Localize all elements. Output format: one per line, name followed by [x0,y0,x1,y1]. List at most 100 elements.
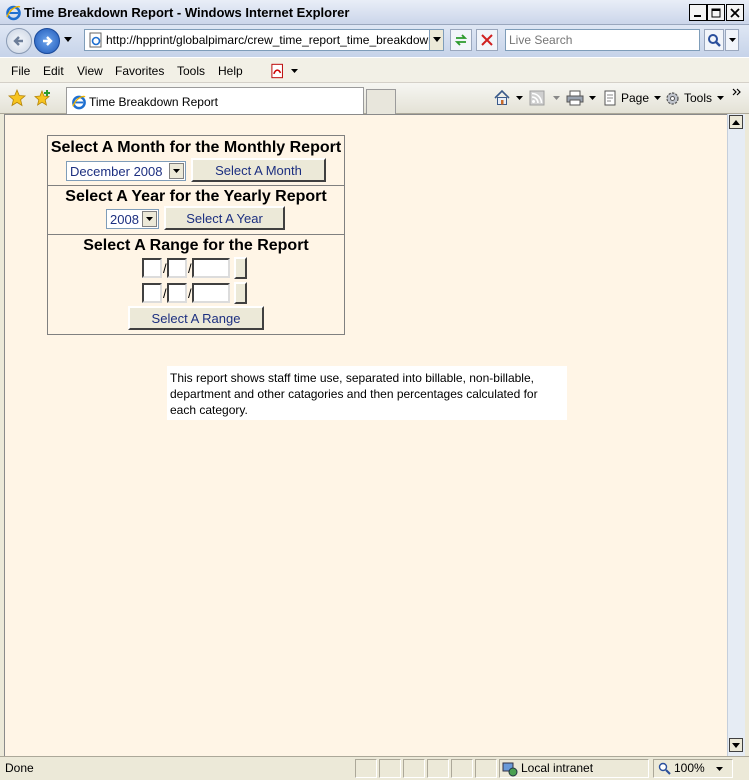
window-title: Time Breakdown Report - Windows Internet… [24,5,350,20]
end-day-input[interactable] [167,283,187,303]
end-date-picker-button[interactable] [234,282,247,304]
stop-button[interactable] [476,29,498,51]
gear-icon [666,91,679,105]
page-content: Select A Month for the Monthly Report De… [4,114,727,756]
vertical-scrollbar[interactable] [727,114,745,756]
report-description: This report shows staff time use, separa… [167,366,567,420]
minimize-icon [694,14,701,17]
minimize-button[interactable] [689,4,707,21]
yearly-heading: Select A Year for the Yearly Report [65,188,327,205]
range-heading: Select A Range for the Report [83,237,309,254]
menu-view[interactable]: View [77,64,103,78]
search-icon [708,34,721,47]
maximize-button[interactable] [707,4,725,21]
tab-label: Time Breakdown Report [89,95,218,109]
chevron-up-icon [732,119,740,125]
pdf-toolbar-button[interactable] [270,62,298,80]
address-url: http://hpprint/globalpimarc/crew_time_re… [106,33,432,47]
menu-tools[interactable]: Tools [177,64,205,78]
zone-label: Local intranet [521,761,594,775]
new-tab-button[interactable] [366,89,396,114]
page-menu-button[interactable]: Page [602,89,662,107]
search-button[interactable] [704,29,724,51]
end-year-input[interactable] [192,283,230,303]
address-toolbar: http://hpprint/globalpimarc/crew_time_re… [0,25,749,57]
back-arrow-icon [13,36,23,46]
select-year-button[interactable]: Select A Year [164,206,285,230]
year-select[interactable]: 2008 [106,209,159,229]
recent-pages-dropdown-icon[interactable] [64,37,72,43]
chevron-down-icon[interactable] [516,96,523,101]
status-panel [475,759,497,778]
zoom-level: 100% [674,761,705,775]
menu-file[interactable]: File [11,64,30,78]
search-input[interactable] [505,29,700,51]
page-menu-label: Page [621,91,650,105]
chevron-down-icon [146,216,153,221]
select-range-button[interactable]: Select A Range [128,306,264,330]
close-window-button[interactable] [726,4,744,21]
address-dropdown-button[interactable] [429,30,443,50]
chevron-down-icon [728,37,736,42]
tab-command-bar: Time Breakdown Report Page Tools [0,83,749,114]
tools-menu-button[interactable]: Tools [664,89,725,107]
start-day-input[interactable] [167,258,187,278]
menu-favorites[interactable]: Favorites [115,64,164,78]
start-date-picker-button[interactable] [234,257,247,279]
add-favorites-icon[interactable] [34,89,52,107]
status-text: Done [5,761,34,775]
tools-menu-label: Tools [684,91,713,105]
address-field[interactable]: http://hpprint/globalpimarc/crew_time_re… [84,29,444,51]
chevron-more-icon[interactable] [732,88,742,96]
status-panel [427,759,449,778]
zoom-icon [658,762,671,775]
home-icon[interactable] [493,89,511,107]
refresh-icon [454,34,468,46]
menu-edit[interactable]: Edit [43,64,64,78]
forward-arrow-icon [43,36,53,46]
tab-time-breakdown-report[interactable]: Time Breakdown Report [66,87,364,114]
month-select-value: December 2008 [70,164,163,179]
status-bar: Done Local intranet 100% [0,756,749,780]
refresh-button[interactable] [450,29,472,51]
maximize-icon [711,8,721,17]
chevron-down-icon [291,68,298,73]
search-options-button[interactable] [725,29,739,51]
report-selection-table: Select A Month for the Monthly Report De… [47,135,345,335]
status-panel [379,759,401,778]
favorites-star-icon[interactable] [8,89,26,107]
intranet-zone-icon [502,762,518,777]
chevron-down-icon[interactable] [716,767,723,772]
chevron-down-icon [732,742,740,748]
month-select-arrow[interactable] [169,163,184,179]
month-select[interactable]: December 2008 [66,161,186,181]
start-month-input[interactable] [142,258,162,278]
status-panel [355,759,377,778]
stop-icon [481,34,493,46]
year-select-arrow[interactable] [142,211,157,227]
ie-logo-icon [6,5,21,21]
chevron-down-icon [432,37,441,42]
menu-bar: File Edit View Favorites Tools Help [0,57,749,83]
ie-page-icon [72,95,86,110]
print-icon[interactable] [566,90,584,106]
scroll-up-button[interactable] [729,115,743,129]
pdf-icon [271,63,283,79]
feeds-icon[interactable] [529,90,545,106]
chevron-down-icon [717,95,725,100]
page-icon [89,32,102,48]
menu-help[interactable]: Help [218,64,243,78]
year-select-value: 2008 [110,212,139,227]
chevron-down-icon [654,95,662,100]
range-report-section: Select A Range for the Report / / / / Se… [48,235,344,334]
chevron-down-icon[interactable] [553,96,560,101]
forward-button[interactable] [34,28,60,54]
back-button[interactable] [6,28,32,54]
chevron-down-icon[interactable] [589,96,596,101]
select-month-button[interactable]: Select A Month [191,158,326,182]
scroll-down-button[interactable] [729,738,743,752]
title-bar: Time Breakdown Report - Windows Internet… [0,0,749,25]
status-panel [451,759,473,778]
start-year-input[interactable] [192,258,230,278]
end-month-input[interactable] [142,283,162,303]
